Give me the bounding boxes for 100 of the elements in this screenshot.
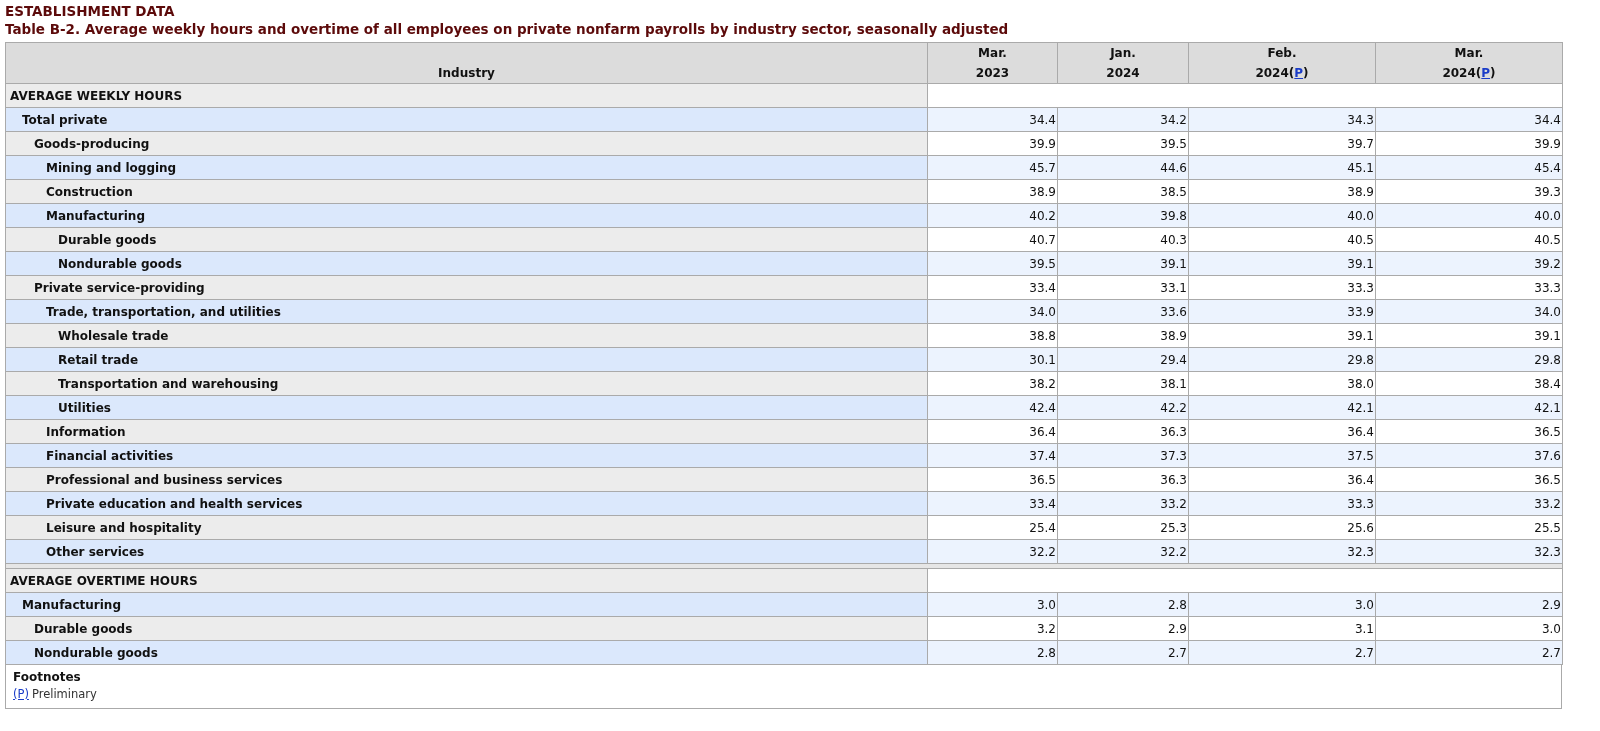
row-label: Utilities: [5, 395, 928, 420]
table-cell: 40.3: [1057, 227, 1189, 252]
table-cell: 2.9: [1057, 616, 1189, 641]
table-cell: 37.3: [1057, 443, 1189, 468]
table-cell: 36.3: [1057, 467, 1189, 492]
table-cell: 2.7: [1375, 640, 1563, 665]
table-cell: 32.3: [1375, 539, 1563, 564]
table-title: Table B-2. Average weekly hours and overtime of all employees on private nonfarm payrolls by industry sector, seasonally adjusted: [5, 20, 1010, 39]
table-cell: 40.5: [1375, 227, 1563, 252]
section-heading: AVERAGE WEEKLY HOURS: [5, 83, 928, 108]
table-cell: 39.2: [1375, 251, 1563, 276]
table-cell: 40.2: [927, 203, 1058, 228]
table-cell: 37.5: [1188, 443, 1376, 468]
row-label: Leisure and hospitality: [5, 515, 928, 540]
table-cell: 36.4: [1188, 467, 1376, 492]
table-cell: 36.5: [1375, 419, 1563, 444]
table-cell: 40.7: [927, 227, 1058, 252]
row-label: Goods-producing: [5, 131, 928, 156]
row-label: Professional and business services: [5, 467, 928, 492]
row-label: Nondurable goods: [5, 251, 928, 276]
row-label: Financial activities: [5, 443, 928, 468]
table-cell: 38.8: [927, 323, 1058, 348]
row-label: Mining and logging: [5, 155, 928, 180]
table-cell: 33.4: [927, 275, 1058, 300]
table-cell: 34.4: [927, 107, 1058, 132]
table-cell: 2.7: [1188, 640, 1376, 665]
table-cell: 38.0: [1188, 371, 1376, 396]
row-label: Nondurable goods: [5, 640, 928, 665]
table-cell: 40.5: [1188, 227, 1376, 252]
table-cell: 39.8: [1057, 203, 1189, 228]
footnote-link[interactable]: P: [1294, 66, 1304, 80]
table-cell: 38.2: [927, 371, 1058, 396]
row-label: Durable goods: [5, 227, 928, 252]
row-label: Construction: [5, 179, 928, 204]
footnote-link[interactable]: (P): [13, 686, 29, 703]
page-heading: ESTABLISHMENT DATA: [5, 2, 176, 20]
table-cell: 36.5: [1375, 467, 1563, 492]
footnote-text: Preliminary: [31, 686, 97, 703]
row-label: Manufacturing: [5, 592, 928, 617]
table-cell: 34.4: [1375, 107, 1563, 132]
table-cell: 39.5: [1057, 131, 1189, 156]
section-heading: AVERAGE OVERTIME HOURS: [5, 568, 928, 593]
table-cell: 29.4: [1057, 347, 1189, 372]
table-cell: 39.1: [1057, 251, 1189, 276]
table-cell: 42.2: [1057, 395, 1189, 420]
table-cell: 40.0: [1375, 203, 1563, 228]
table-cell: 2.8: [1057, 592, 1189, 617]
table-cell: 32.3: [1188, 539, 1376, 564]
table-cell: 38.1: [1057, 371, 1189, 396]
table-cell: 42.1: [1188, 395, 1376, 420]
table-cell: 30.1: [927, 347, 1058, 372]
table-cell: 2.7: [1057, 640, 1189, 665]
table-cell: 40.0: [1188, 203, 1376, 228]
table-cell: 38.9: [927, 179, 1058, 204]
table-cell: 33.3: [1375, 275, 1563, 300]
table-cell: 39.3: [1375, 179, 1563, 204]
table-cell: 25.6: [1188, 515, 1376, 540]
row-label: Wholesale trade: [5, 323, 928, 348]
table-cell: 29.8: [1375, 347, 1563, 372]
row-label: Total private: [5, 107, 928, 132]
column-header: Jan. 2024: [1057, 42, 1189, 84]
table-cell: 33.4: [927, 491, 1058, 516]
table-cell: 34.0: [927, 299, 1058, 324]
table-cell: 42.1: [1375, 395, 1563, 420]
column-header: Industry: [5, 42, 928, 84]
table-cell: 39.1: [1188, 251, 1376, 276]
table-cell: 34.0: [1375, 299, 1563, 324]
table-cell: 45.1: [1188, 155, 1376, 180]
table-cell: 32.2: [927, 539, 1058, 564]
table-cell: 36.4: [1188, 419, 1376, 444]
table-cell: 25.3: [1057, 515, 1189, 540]
footnotes-title: Footnotes: [13, 669, 82, 686]
table-cell: 45.4: [1375, 155, 1563, 180]
table-cell: 39.9: [1375, 131, 1563, 156]
table-cell: 39.5: [927, 251, 1058, 276]
table-cell: 33.9: [1188, 299, 1376, 324]
table-cell: 39.1: [1375, 323, 1563, 348]
table-cell: 37.4: [927, 443, 1058, 468]
table-cell: 36.5: [927, 467, 1058, 492]
row-label: Private service-providing: [5, 275, 928, 300]
table-cell: 3.1: [1188, 616, 1376, 641]
table-cell: 34.2: [1057, 107, 1189, 132]
table-cell: 3.0: [1375, 616, 1563, 641]
table-cell: 2.9: [1375, 592, 1563, 617]
table-cell: 39.1: [1188, 323, 1376, 348]
footnote-link[interactable]: P: [1481, 66, 1491, 80]
table-cell: 33.6: [1057, 299, 1189, 324]
row-label: Other services: [5, 539, 928, 564]
row-label: Transportation and warehousing: [5, 371, 928, 396]
table-cell: 33.1: [1057, 275, 1189, 300]
table-cell: 2.8: [927, 640, 1058, 665]
table-cell: 32.2: [1057, 539, 1189, 564]
table-cell: 39.7: [1188, 131, 1376, 156]
row-label: Durable goods: [5, 616, 928, 641]
table-cell: 25.4: [927, 515, 1058, 540]
row-label: Manufacturing: [5, 203, 928, 228]
table-cell: 34.3: [1188, 107, 1376, 132]
table-cell: 45.7: [927, 155, 1058, 180]
table-cell: 3.0: [1188, 592, 1376, 617]
row-label: Information: [5, 419, 928, 444]
